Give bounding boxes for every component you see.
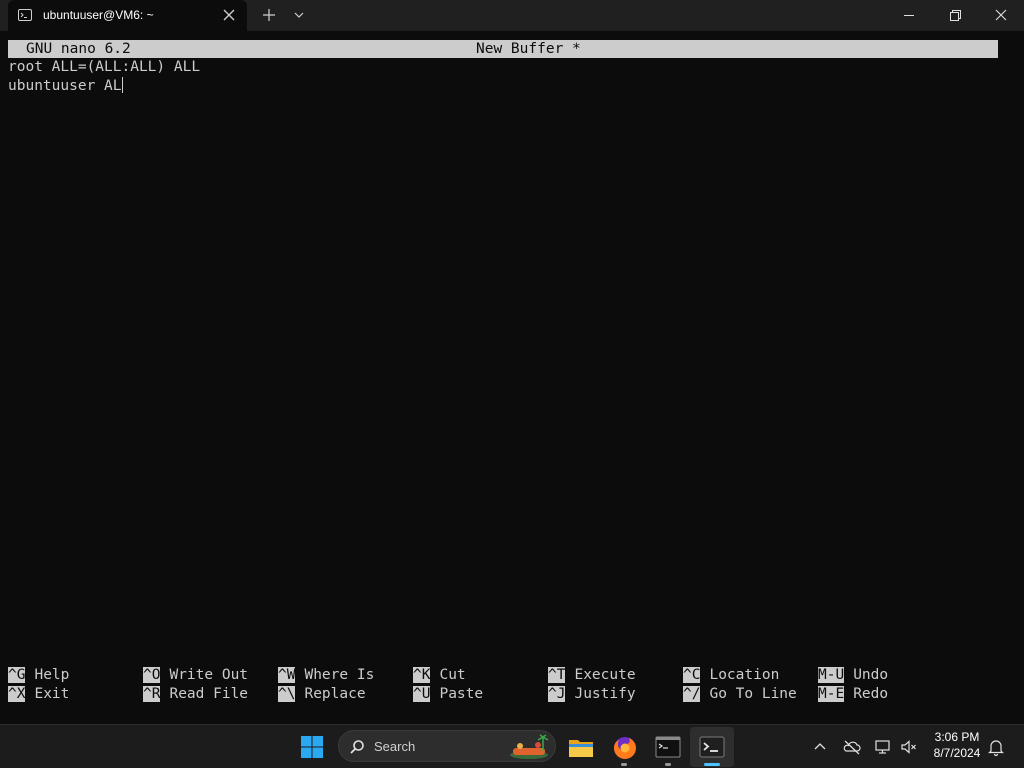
taskbar: Search 3:06 PM 8/7/2024 [0,724,1024,768]
shortcut-label: Undo [853,667,889,683]
shortcut-where-is[interactable]: ^W Where Is [278,666,374,685]
shortcut-label: Replace [304,686,366,702]
shortcut-undo[interactable]: M-U Undo [818,666,888,685]
shortcut-label: Read File [169,686,249,702]
shortcut-redo[interactable]: M-E Redo [818,685,888,704]
shortcut-key: ^/ [683,686,701,702]
firefox-icon[interactable] [609,731,641,763]
shortcut-label: Redo [853,686,889,702]
onedrive-offline-icon[interactable] [842,737,862,757]
clock-time: 3:06 PM [934,730,980,744]
shortcut-execute[interactable]: ^T Execute [548,666,636,685]
clock-date: 8/7/2024 [933,746,981,760]
windows-start-icon[interactable] [296,731,328,763]
shortcut-label: Exit [34,686,70,702]
search-icon [350,740,364,754]
shortcut-label: Help [34,667,70,683]
terminal-icon [18,9,32,21]
tab-title: ubuntuuser@VM6: ~ [43,8,154,22]
shortcut-key: ^G [8,667,26,683]
chevron-up-icon[interactable] [810,737,830,757]
shortcut-label: Where Is [304,667,375,683]
shortcut-exit[interactable]: ^X Exit [8,685,69,704]
terminal-area[interactable]: GNU nano 6.2 New Buffer * root ALL=(ALL:… [0,31,1024,724]
shortcut-key: M-U [818,667,845,683]
shortcut-replace[interactable]: ^\ Replace [278,685,366,704]
shortcut-key: ^W [278,667,296,683]
shortcut-label: Cut [439,667,466,683]
shortcut-key: M-E [818,686,845,702]
chevron-down-icon[interactable] [288,4,310,26]
line-text: root ALL=(ALL:ALL) ALL [8,59,201,75]
file-explorer-icon[interactable] [565,731,597,763]
command-prompt-icon[interactable] [652,731,684,763]
shortcut-key: ^T [548,667,566,683]
shortcut-paste[interactable]: ^U Paste [413,685,483,704]
text-line-2[interactable]: ubuntuuser AL [8,77,123,96]
notification-bell-icon[interactable] [986,737,1006,757]
shortcut-key: ^J [548,686,566,702]
shortcut-help[interactable]: ^G Help [8,666,69,685]
close-window-icon[interactable] [978,0,1024,31]
line-text: ubuntuuser AL [8,78,122,94]
shortcut-label: Execute [574,667,636,683]
network-icon[interactable] [873,737,893,757]
volume-muted-icon[interactable] [899,737,919,757]
text-cursor [121,77,123,93]
new-tab-icon[interactable] [258,4,280,26]
shortcut-label: Paste [439,686,484,702]
nano-header-bar: GNU nano 6.2 New Buffer * [8,40,998,58]
shortcut-go-to-line[interactable]: ^/ Go To Line [683,685,797,704]
shortcut-label: Write Out [169,667,249,683]
shortcut-key: ^R [143,686,161,702]
clock[interactable]: 3:06 PM 8/7/2024 [926,729,988,761]
windows-terminal-icon[interactable] [696,731,728,763]
terminal-tab[interactable]: ubuntuuser@VM6: ~ [8,0,247,31]
close-tab-icon[interactable] [219,5,239,25]
search-label: Search [374,739,416,754]
nano-version: GNU nano 6.2 [26,41,131,57]
restore-icon[interactable] [932,0,978,31]
shortcut-justify[interactable]: ^J Justify [548,685,636,704]
taskbar-search[interactable]: Search [338,730,556,762]
shortcut-label: Go To Line [709,686,797,702]
shortcut-key: ^X [8,686,26,702]
buffer-name: New Buffer * [476,41,581,57]
shortcut-key: ^C [683,667,701,683]
shortcut-location[interactable]: ^C Location [683,666,779,685]
active-indicator [704,763,720,766]
shortcut-label: Location [709,667,780,683]
search-highlight-icon [510,734,549,759]
shortcut-key: ^K [413,667,431,683]
shortcut-key: ^O [143,667,161,683]
minimize-icon[interactable] [886,0,932,31]
shortcut-read-file[interactable]: ^R Read File [143,685,248,704]
title-bar: ubuntuuser@VM6: ~ [0,0,1024,31]
shortcut-key: ^\ [278,686,296,702]
shortcut-cut[interactable]: ^K Cut [413,666,466,685]
shortcut-write-out[interactable]: ^O Write Out [143,666,248,685]
running-indicator [621,763,627,766]
shortcut-label: Justify [574,686,636,702]
shortcut-key: ^U [413,686,431,702]
running-indicator [665,763,671,766]
text-line-1[interactable]: root ALL=(ALL:ALL) ALL [8,58,200,77]
